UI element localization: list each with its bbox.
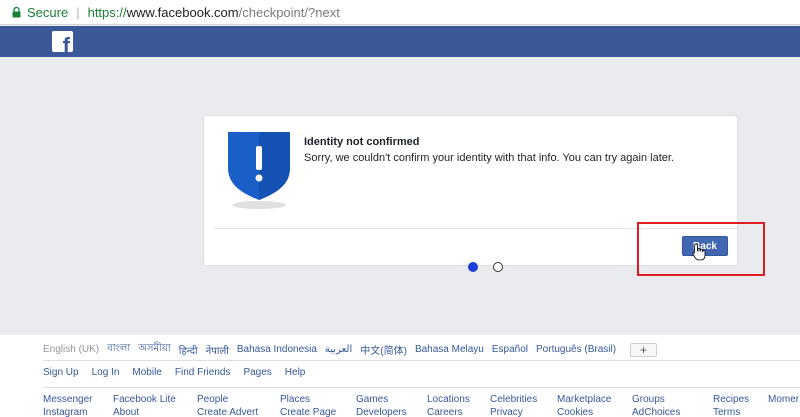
facebook-logo-icon[interactable]: f [52, 31, 73, 52]
footer-link[interactable]: About [113, 407, 139, 417]
secure-label: Secure [27, 4, 69, 20]
browser-address-bar[interactable]: Secure | https:// www.facebook.com /chec… [0, 0, 800, 25]
more-languages-button[interactable]: + [630, 342, 658, 357]
footer-link[interactable]: AdChoices [632, 407, 680, 417]
footer-link[interactable]: Locations [427, 394, 470, 405]
language-link[interactable]: Español [492, 344, 528, 355]
url-path: /checkpoint/?next [238, 4, 340, 20]
language-link[interactable]: বাংলা [107, 341, 130, 358]
footer-link[interactable]: Marketplace [557, 394, 611, 405]
footer-link[interactable]: People [197, 394, 228, 405]
footer-link-log-in[interactable]: Log In [92, 367, 120, 378]
footer-link[interactable]: Games [356, 394, 388, 405]
footer-link-sign-up[interactable]: Sign Up [43, 367, 79, 378]
pager-dot-inactive[interactable] [493, 262, 503, 272]
footer-link[interactable]: Terms [713, 407, 740, 417]
footer-link[interactable]: Create Page [280, 407, 336, 417]
url-scheme: https:// [87, 4, 127, 20]
footer-link[interactable]: Cookies [557, 407, 593, 417]
footer-grid-links: Messenger Facebook Lite People Places Ga… [0, 394, 800, 417]
card-title: Identity not confirmed [304, 136, 420, 148]
footer-nav-links: Sign Up Log In Mobile Find Friends Pages… [43, 367, 318, 378]
language-link[interactable]: नेपाली [206, 343, 229, 357]
shield-exclamation-icon [226, 130, 292, 212]
language-link[interactable]: العربية [325, 344, 352, 355]
language-link[interactable]: Português (Brasil) [536, 344, 616, 355]
footer-link-mobile[interactable]: Mobile [132, 367, 161, 378]
language-link[interactable]: Bahasa Indonesia [237, 344, 317, 355]
url-separator: | [76, 4, 80, 20]
language-link[interactable]: অসমীয়া [138, 341, 170, 358]
footer-link[interactable]: Recipes [713, 394, 749, 405]
pager-dot-active[interactable] [468, 262, 478, 272]
footer-divider [43, 387, 800, 388]
hand-cursor-icon [692, 243, 706, 261]
footer-link[interactable]: Celebrities [490, 394, 537, 405]
footer-link[interactable]: Privacy [490, 407, 523, 417]
footer-link[interactable]: Places [280, 394, 310, 405]
language-link[interactable]: हिन्दी [179, 343, 198, 357]
language-list: English (UK) বাংলা অসমীয়া हिन्दी नेपाली… [43, 341, 658, 358]
language-link[interactable]: Bahasa Melayu [415, 344, 484, 355]
footer-link[interactable]: Groups [632, 394, 665, 405]
footer-link-find-friends[interactable]: Find Friends [175, 367, 231, 378]
footer-link[interactable]: Careers [427, 407, 463, 417]
footer-link-help[interactable]: Help [285, 367, 306, 378]
card-message: Sorry, we couldn't confirm your identity… [304, 152, 674, 164]
language-link[interactable]: 中文(简体) [360, 342, 407, 357]
footer-divider [43, 360, 800, 361]
footer-link[interactable]: Developers [356, 407, 407, 417]
lock-icon [12, 6, 21, 17]
footer-link-pages[interactable]: Pages [243, 367, 271, 378]
facebook-header: f [0, 26, 800, 57]
footer-link[interactable]: Messenger [43, 394, 92, 405]
footer-link[interactable]: Instagram [43, 407, 87, 417]
footer-link[interactable]: Facebook Lite [113, 394, 176, 405]
footer-link[interactable]: Momer [768, 394, 799, 405]
footer: English (UK) বাংলা অসমীয়া हिन्दी नेपाली… [0, 335, 800, 417]
language-current: English (UK) [43, 344, 100, 355]
url-host: www.facebook.com [126, 4, 239, 20]
footer-link[interactable]: Create Advert [197, 407, 258, 417]
